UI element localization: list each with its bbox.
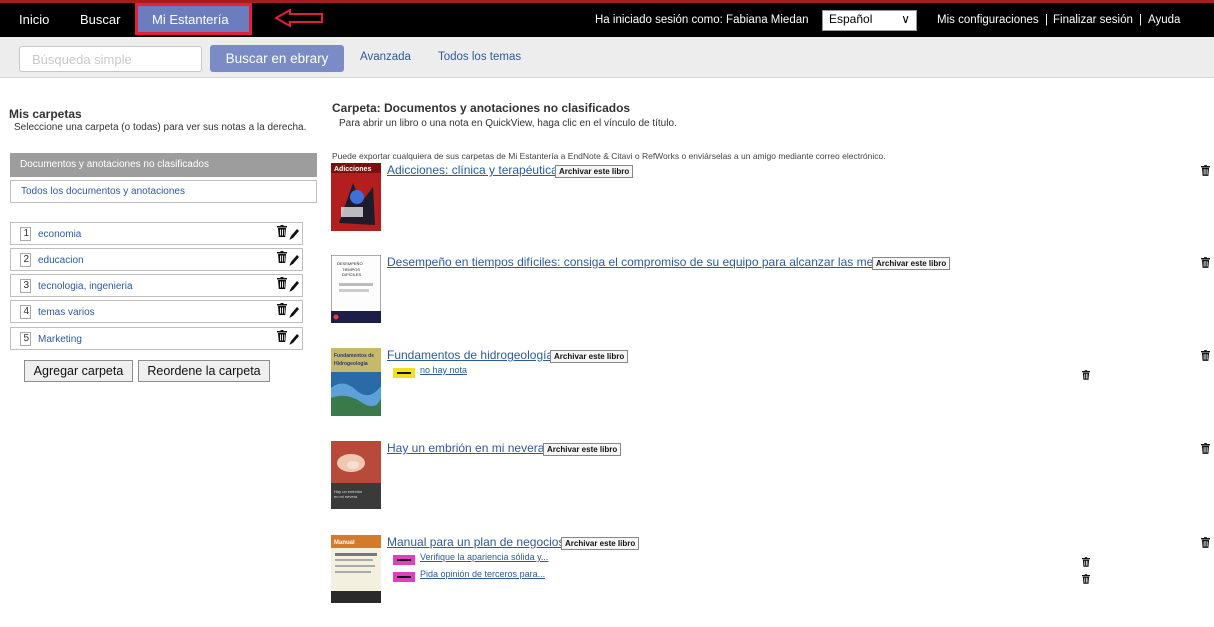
search-input[interactable]: Búsqueda simple xyxy=(19,46,202,72)
book-cover[interactable]: Hay un embrión en mi nevera xyxy=(331,441,381,509)
nav-buscar[interactable]: Buscar xyxy=(80,12,120,27)
trash-icon[interactable] xyxy=(1201,348,1210,361)
folders-title: Mis carpetas xyxy=(9,107,82,121)
user-name: Fabiana Miedan xyxy=(726,14,809,26)
trash-icon[interactable] xyxy=(1082,554,1090,567)
reorder-folder-button[interactable]: Reordene la carpeta xyxy=(138,360,270,382)
folder-order-input[interactable]: 3 xyxy=(20,279,31,293)
note-link[interactable]: Verifique la apariencia sólida y... xyxy=(420,552,548,562)
trash-icon[interactable] xyxy=(1201,255,1210,268)
book-cover[interactable]: Fundamentos de Hidrogeología xyxy=(331,348,381,416)
folder-all-documents[interactable]: Todos los documentos y anotaciones xyxy=(10,180,317,203)
svg-text:DIFÍCILES: DIFÍCILES xyxy=(342,272,361,277)
book-title-link[interactable]: Hay un embrión en mi nevera xyxy=(387,441,544,455)
pencil-icon[interactable] xyxy=(288,279,300,293)
archive-book-button[interactable]: Archivar este libro xyxy=(872,257,951,270)
add-folder-button[interactable]: Agregar carpeta xyxy=(24,360,133,382)
pencil-icon[interactable] xyxy=(288,253,300,267)
search-bar: Búsqueda simple Buscar en ebrary Avanzad… xyxy=(0,37,1214,78)
folder-heading: Carpeta: Documentos y anotaciones no cla… xyxy=(332,101,631,115)
language-value: Español xyxy=(829,12,873,26)
trash-icon[interactable] xyxy=(1082,367,1090,380)
svg-text:en mi nevera: en mi nevera xyxy=(334,494,358,499)
book-cover[interactable]: DESEMPEÑO TIEMPOS DIFÍCILES xyxy=(331,255,381,323)
pencil-icon[interactable] xyxy=(288,227,300,241)
login-status: Ha iniciado sesión como: Fabiana Miedan xyxy=(595,14,809,26)
book-title-link[interactable]: Desempeño en tiempos difíciles: consiga … xyxy=(387,255,889,269)
folder-item[interactable]: 3 tecnologia, ingenieria xyxy=(10,274,303,297)
separator: | xyxy=(1139,14,1142,26)
archive-book-button[interactable]: Archivar este libro xyxy=(561,537,640,550)
folder-item[interactable]: 1 economia xyxy=(10,222,303,245)
chevron-down-icon: ∨ xyxy=(901,12,910,26)
book-title-link[interactable]: Manual para un plan de negocios xyxy=(387,535,564,549)
language-select[interactable]: Español ∨ xyxy=(822,10,917,31)
nav-inicio[interactable]: Inicio xyxy=(19,12,49,27)
folder-item[interactable]: 4 temas varios xyxy=(10,300,303,323)
trash-icon[interactable] xyxy=(277,251,287,263)
svg-text:Fundamentos de: Fundamentos de xyxy=(334,353,374,359)
note-highlight-icon xyxy=(393,552,415,565)
archive-book-button[interactable]: Archivar este libro xyxy=(555,165,634,178)
svg-text:Manual: Manual xyxy=(334,540,355,546)
archive-book-button[interactable]: Archivar este libro xyxy=(550,350,629,363)
folder-name-link[interactable]: tecnologia, ingenieria xyxy=(38,281,133,292)
folder-order-input[interactable]: 5 xyxy=(20,332,31,346)
search-button[interactable]: Buscar en ebrary xyxy=(210,45,344,72)
pencil-icon[interactable] xyxy=(288,332,300,346)
folder-unclassified[interactable]: Documentos y anotaciones no clasificados xyxy=(10,153,317,177)
top-navigation-bar: Inicio Buscar Mi Estantería Ha iniciado … xyxy=(0,0,1214,37)
red-arrow-left-icon xyxy=(274,9,323,27)
svg-text:Hidrogeología: Hidrogeología xyxy=(334,361,368,367)
trash-icon[interactable] xyxy=(1201,163,1210,176)
folder-item[interactable]: 5 Marketing xyxy=(10,327,303,350)
archive-book-button[interactable]: Archivar este libro xyxy=(543,443,622,456)
folder-name-link[interactable]: Marketing xyxy=(38,334,82,345)
book-cover[interactable]: Adicciones xyxy=(331,163,381,231)
folder-name-link[interactable]: temas varios xyxy=(38,307,95,318)
link-avanzada[interactable]: Avanzada xyxy=(360,51,411,63)
folder-order-input[interactable]: 1 xyxy=(20,227,31,241)
trash-icon[interactable] xyxy=(1201,441,1210,454)
note-link[interactable]: no hay nota xyxy=(420,365,467,375)
separator: | xyxy=(1045,14,1048,26)
svg-text:Adicciones: Adicciones xyxy=(334,166,371,173)
link-ayuda[interactable]: Ayuda xyxy=(1148,14,1180,26)
note-link[interactable]: Pida opinión de terceros para... xyxy=(420,569,545,579)
folders-subtitle: Seleccione una carpeta (o todas) para ve… xyxy=(14,122,307,133)
svg-text:DESEMPEÑO: DESEMPEÑO xyxy=(337,261,363,266)
note-highlight-icon xyxy=(393,365,415,378)
link-finalizar-sesion[interactable]: Finalizar sesión xyxy=(1053,14,1133,26)
trash-icon[interactable] xyxy=(277,330,287,342)
folder-item[interactable]: 2 educacion xyxy=(10,248,303,271)
folder-name-link[interactable]: economia xyxy=(38,229,81,240)
folder-order-input[interactable]: 2 xyxy=(20,253,31,267)
book-cover[interactable]: Manual xyxy=(331,535,381,603)
login-label: Ha iniciado sesión como: xyxy=(595,14,723,26)
note-highlight-icon xyxy=(393,569,415,582)
trash-icon[interactable] xyxy=(277,277,287,289)
export-info: Puede exportar cualquiera de sus carpeta… xyxy=(332,151,886,161)
pencil-icon[interactable] xyxy=(288,305,300,319)
folder-order-input[interactable]: 4 xyxy=(20,305,31,319)
trash-icon[interactable] xyxy=(277,303,287,315)
trash-icon[interactable] xyxy=(1082,571,1090,584)
trash-icon[interactable] xyxy=(1201,535,1210,548)
trash-icon[interactable] xyxy=(277,225,287,237)
folder-name-link[interactable]: educacion xyxy=(38,255,84,266)
nav-mi-estanteria[interactable]: Mi Estantería xyxy=(135,3,252,35)
link-todos-los-temas[interactable]: Todos los temas xyxy=(438,51,521,63)
book-title-link[interactable]: Fundamentos de hidrogeología xyxy=(387,348,553,362)
book-title-link[interactable]: Adicciones: clínica y terapéutica xyxy=(387,163,558,177)
link-configuraciones[interactable]: Mis configuraciones xyxy=(937,14,1039,26)
folder-instructions: Para abrir un libro o una nota en QuickV… xyxy=(339,118,677,129)
